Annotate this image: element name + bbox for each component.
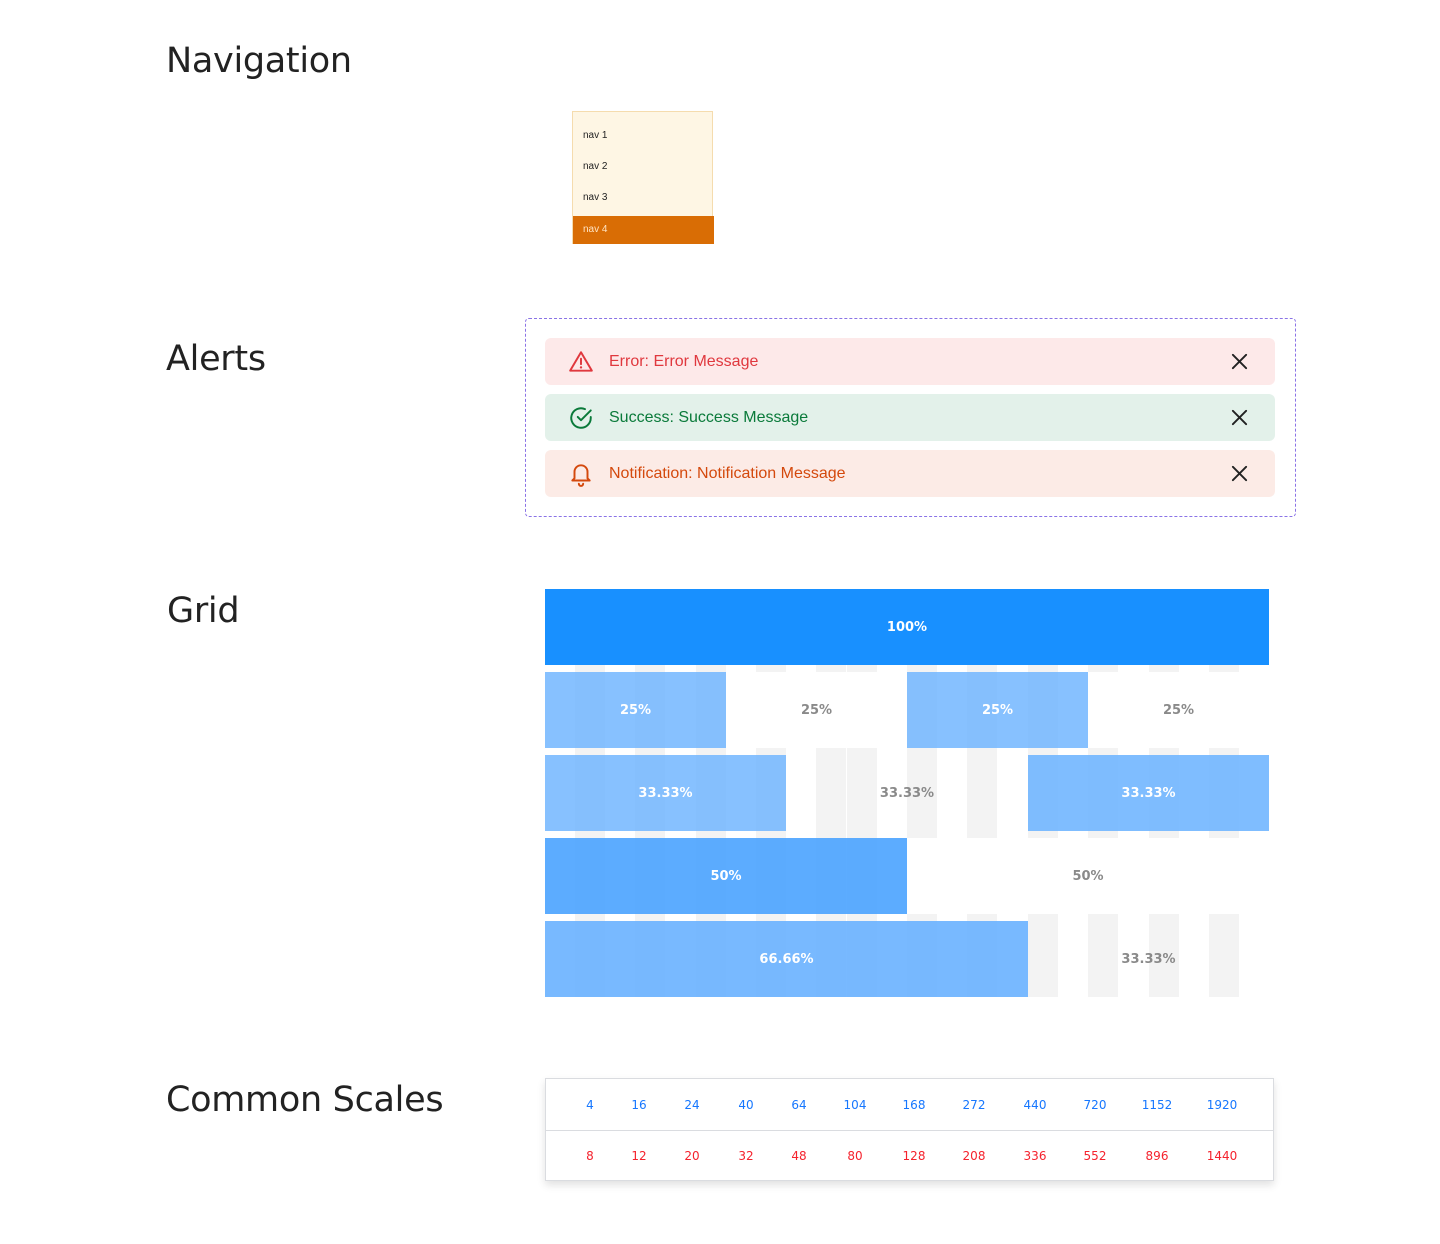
grid-cell-100: 100%	[545, 589, 1269, 665]
close-icon[interactable]	[1230, 408, 1249, 427]
scale-value: 440	[1023, 1098, 1047, 1112]
scale-value: 8	[586, 1149, 594, 1163]
alert-notification-message: Notification: Notification Message	[609, 465, 846, 482]
scale-value: 128	[902, 1149, 926, 1163]
grid-cell-33: 33.33%	[1121, 951, 1176, 967]
scale-value: 12	[631, 1149, 647, 1163]
grid-cell-66: 66.66%	[545, 921, 1028, 997]
check-circle-icon	[570, 407, 592, 429]
nav-item-4[interactable]: nav 4	[573, 216, 714, 244]
close-icon[interactable]	[1230, 352, 1249, 371]
scale-value: 32	[738, 1149, 754, 1163]
grid-cell-33: 33.33%	[545, 755, 786, 831]
bell-icon	[571, 464, 591, 487]
grid-cell-25: 25%	[1088, 672, 1269, 748]
scale-value: 1440	[1206, 1149, 1238, 1163]
scale-value: 272	[962, 1098, 986, 1112]
scale-value: 1152	[1141, 1098, 1173, 1112]
scale-value: 720	[1083, 1098, 1107, 1112]
close-icon[interactable]	[1230, 464, 1249, 483]
nav-item-1[interactable]: nav 1	[573, 122, 714, 150]
scale-value: 24	[684, 1098, 700, 1112]
scale-value: 16	[631, 1098, 647, 1112]
section-title-navigation: Navigation	[166, 41, 352, 81]
alert-success-message: Success: Success Message	[609, 409, 809, 426]
alert-success: Success: Success Message	[545, 394, 1275, 441]
grid-cell-25: 25%	[907, 672, 1088, 748]
scale-value: 80	[847, 1149, 863, 1163]
section-title-common-scales: Common Scales	[166, 1080, 444, 1120]
scale-value: 40	[738, 1098, 754, 1112]
scale-value: 208	[962, 1149, 986, 1163]
scale-value: 64	[791, 1098, 807, 1112]
scale-value: 168	[902, 1098, 926, 1112]
nav-item-3[interactable]: nav 3	[573, 184, 714, 212]
scale-value: 48	[791, 1149, 807, 1163]
section-title-grid: Grid	[167, 591, 240, 631]
scale-value: 336	[1023, 1149, 1047, 1163]
nav-item-2[interactable]: nav 2	[573, 153, 714, 181]
alert-error-message: Error: Error Message	[609, 353, 759, 370]
grid-cell-33: 33.33%	[879, 785, 935, 801]
divider	[546, 1130, 1273, 1131]
alert-notification: Notification: Notification Message	[545, 450, 1275, 497]
scale-value: 552	[1083, 1149, 1107, 1163]
scale-value: 896	[1145, 1149, 1169, 1163]
scale-value: 20	[684, 1149, 700, 1163]
grid-cell-25: 25%	[726, 672, 907, 748]
scale-value: 104	[843, 1098, 867, 1112]
alert-error: Error: Error Message	[545, 338, 1275, 385]
nav-menu: nav 1 nav 2 nav 3 nav 4	[572, 111, 714, 244]
section-title-alerts: Alerts	[166, 339, 266, 379]
common-scales-table: 4 16 24 40 64 104 168 272 440 720 1152 1…	[545, 1078, 1274, 1181]
warning-triangle-icon	[569, 351, 593, 372]
scale-value: 4	[586, 1098, 594, 1112]
grid-cell-50: 50%	[907, 838, 1269, 914]
grid-cell-33: 33.33%	[1028, 755, 1269, 831]
grid-cell-50: 50%	[545, 838, 907, 914]
grid-cell-25: 25%	[545, 672, 726, 748]
grid-demo: 100% 25% 25% 25% 25% 33.33% 33.33% 33.33…	[545, 589, 1269, 997]
scale-value: 1920	[1206, 1098, 1238, 1112]
